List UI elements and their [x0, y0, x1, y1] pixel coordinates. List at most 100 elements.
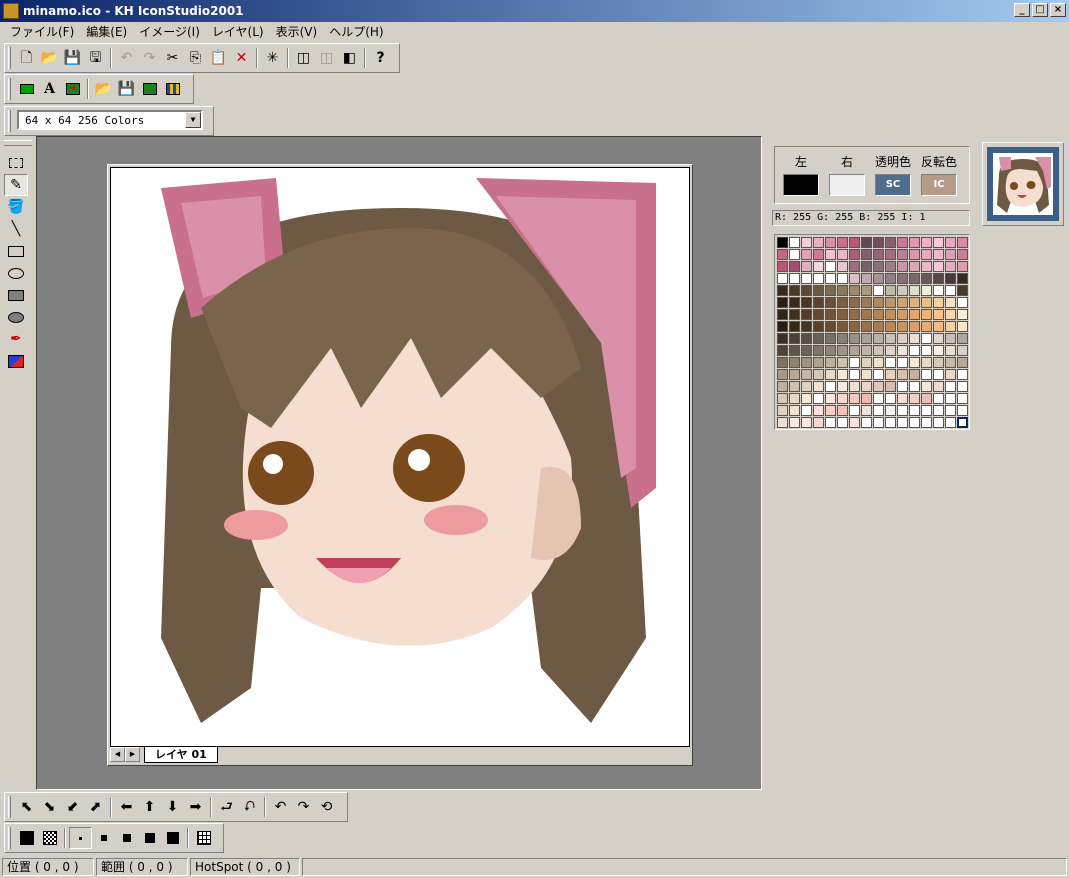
palette-swatch[interactable]	[873, 333, 884, 344]
palette-swatch[interactable]	[849, 369, 860, 380]
palette-swatch[interactable]	[921, 321, 932, 332]
pencil-icon[interactable]: ✎	[4, 174, 28, 196]
palette-swatch[interactable]	[825, 405, 836, 416]
palette-swatch[interactable]	[789, 369, 800, 380]
palette-swatch[interactable]	[837, 369, 848, 380]
open-image-icon[interactable]: 📂	[92, 78, 115, 100]
palette-swatch[interactable]	[801, 357, 812, 368]
palette-swatch[interactable]	[909, 261, 920, 272]
palette-swatch[interactable]	[777, 309, 788, 320]
delete-icon[interactable]: ✕	[230, 47, 253, 69]
palette-swatch[interactable]	[873, 417, 884, 428]
palette-swatch[interactable]	[801, 273, 812, 284]
palette-swatch[interactable]	[921, 297, 932, 308]
palette-swatch[interactable]	[897, 321, 908, 332]
palette-swatch[interactable]	[897, 285, 908, 296]
sparkle-icon[interactable]: ✳	[261, 47, 284, 69]
palette-swatch[interactable]	[777, 285, 788, 296]
palette-swatch[interactable]	[777, 393, 788, 404]
palette-swatch[interactable]	[825, 321, 836, 332]
save-image-icon[interactable]: 💾	[115, 78, 138, 100]
palette-swatch[interactable]	[801, 249, 812, 260]
palette-swatch[interactable]	[849, 237, 860, 248]
palette-swatch[interactable]	[897, 237, 908, 248]
palette-swatch[interactable]	[777, 249, 788, 260]
rotate-180-icon[interactable]: ⟲	[315, 796, 338, 818]
palette-swatch[interactable]	[933, 273, 944, 284]
palette-swatch[interactable]	[945, 321, 956, 332]
palette-swatch[interactable]	[885, 393, 896, 404]
palette-swatch[interactable]	[789, 297, 800, 308]
palette-swatch[interactable]	[945, 285, 956, 296]
palette-swatch[interactable]	[837, 261, 848, 272]
help-icon[interactable]: ?	[369, 47, 392, 69]
palette-swatch[interactable]	[909, 237, 920, 248]
palette-swatch[interactable]	[921, 309, 932, 320]
palette-swatch[interactable]	[837, 249, 848, 260]
palette-swatch[interactable]	[897, 333, 908, 344]
palette-swatch[interactable]	[873, 237, 884, 248]
palette-swatch[interactable]	[789, 309, 800, 320]
palette-swatch[interactable]	[957, 405, 968, 416]
palette-swatch[interactable]	[885, 237, 896, 248]
palette-swatch[interactable]	[921, 357, 932, 368]
palette-swatch[interactable]	[825, 261, 836, 272]
shift-left-icon[interactable]: ⬅	[115, 796, 138, 818]
palette-swatch[interactable]	[945, 297, 956, 308]
palette-swatch[interactable]	[945, 309, 956, 320]
palette-swatch[interactable]	[945, 381, 956, 392]
palette-swatch[interactable]	[825, 249, 836, 260]
menu-edit[interactable]: 編集(E)	[80, 23, 133, 40]
palette-swatch[interactable]	[957, 345, 968, 356]
palette-swatch[interactable]	[957, 261, 968, 272]
palette-swatch[interactable]	[861, 285, 872, 296]
fill-solid-icon[interactable]	[15, 827, 38, 849]
palette-swatch[interactable]	[861, 273, 872, 284]
palette-swatch[interactable]	[789, 273, 800, 284]
rect-icon[interactable]	[4, 240, 28, 262]
palette-swatch[interactable]	[885, 381, 896, 392]
palette-swatch[interactable]	[825, 285, 836, 296]
cut-icon[interactable]: ✂	[161, 47, 184, 69]
palette-swatch[interactable]	[777, 369, 788, 380]
palette-swatch[interactable]	[849, 345, 860, 356]
grid-icon[interactable]	[192, 827, 215, 849]
palette-swatch[interactable]	[933, 309, 944, 320]
shift-up-icon[interactable]: ⬆	[138, 796, 161, 818]
palette-swatch[interactable]	[909, 369, 920, 380]
menu-file[interactable]: ファイル(F)	[4, 23, 80, 40]
minimize-button[interactable]: _	[1014, 3, 1030, 17]
palette-swatch[interactable]	[849, 321, 860, 332]
palette-swatch[interactable]	[873, 249, 884, 260]
palette-swatch[interactable]	[801, 345, 812, 356]
palette-swatch[interactable]	[837, 357, 848, 368]
palette-swatch[interactable]	[921, 273, 932, 284]
palette-swatch[interactable]	[921, 369, 932, 380]
shift-down-icon[interactable]: ⬇	[161, 796, 184, 818]
palette-swatch[interactable]	[921, 381, 932, 392]
palette-swatch[interactable]	[777, 321, 788, 332]
palette-swatch[interactable]	[873, 405, 884, 416]
palette-swatch[interactable]	[957, 285, 968, 296]
palette-swatch[interactable]	[837, 417, 848, 428]
palette-swatch[interactable]	[861, 309, 872, 320]
palette-swatch[interactable]	[813, 273, 824, 284]
palette-swatch[interactable]	[945, 237, 956, 248]
palette-swatch[interactable]	[885, 249, 896, 260]
palette-swatch[interactable]	[921, 417, 932, 428]
palette-swatch[interactable]	[945, 333, 956, 344]
copy-icon[interactable]: ⎘	[184, 47, 207, 69]
palette-swatch[interactable]	[909, 393, 920, 404]
palette-swatch[interactable]	[957, 249, 968, 260]
palette-swatch[interactable]	[837, 345, 848, 356]
palette-swatch[interactable]	[849, 357, 860, 368]
capture-icon[interactable]: ◫	[292, 47, 315, 69]
palette-swatch[interactable]	[801, 393, 812, 404]
palette-swatch[interactable]	[801, 405, 812, 416]
select-rect-icon[interactable]	[4, 152, 28, 174]
palette-swatch[interactable]	[933, 393, 944, 404]
palette-swatch[interactable]	[777, 237, 788, 248]
palette-swatch[interactable]	[861, 405, 872, 416]
palette-swatch[interactable]	[933, 249, 944, 260]
palette-swatch[interactable]	[861, 333, 872, 344]
